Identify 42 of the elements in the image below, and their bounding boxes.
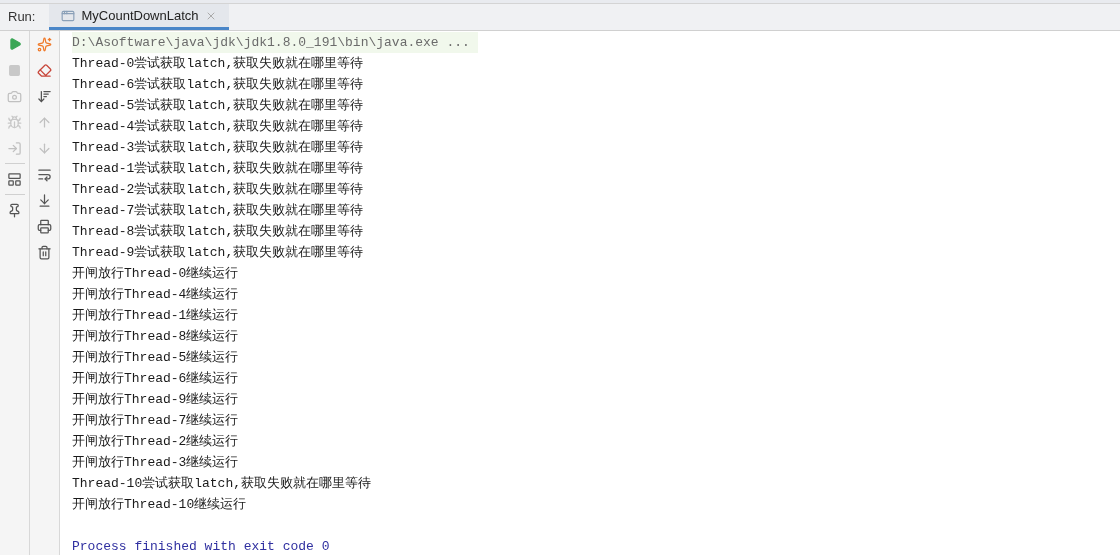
- console-line: Thread-0尝试获取latch,获取失败就在哪里等待: [72, 55, 364, 73]
- console-line: Thread-3尝试获取latch,获取失败就在哪里等待: [72, 139, 364, 157]
- run-tab[interactable]: MyCountDownLatch: [49, 4, 229, 30]
- arrow-to-line-icon[interactable]: [37, 192, 52, 208]
- wrap-icon[interactable]: [37, 166, 52, 182]
- stop-icon[interactable]: [8, 63, 21, 77]
- exit-message: Process finished with exit code 0: [72, 538, 330, 555]
- console-line: Thread-7尝试获取latch,获取失败就在哪里等待: [72, 202, 364, 220]
- login-icon[interactable]: [7, 140, 22, 156]
- console-line: Thread-2尝试获取latch,获取失败就在哪里等待: [72, 181, 364, 199]
- pin-icon[interactable]: [7, 202, 22, 218]
- console-line: Thread-8尝试获取latch,获取失败就在哪里等待: [72, 223, 364, 241]
- console-line: Thread-1尝试获取latch,获取失败就在哪里等待: [72, 160, 364, 178]
- console-line: 开闸放行Thread-7继续运行: [72, 412, 239, 430]
- console-line: 开闸放行Thread-4继续运行: [72, 286, 239, 304]
- print-icon[interactable]: [37, 218, 52, 234]
- console-line: 开闸放行Thread-3继续运行: [72, 454, 239, 472]
- console-line: 开闸放行Thread-8继续运行: [72, 328, 239, 346]
- sparkle-icon[interactable]: [37, 36, 52, 52]
- console-line: 开闸放行Thread-6继续运行: [72, 370, 239, 388]
- play-icon[interactable]: [7, 37, 22, 51]
- eraser-icon[interactable]: [37, 62, 52, 78]
- console-tab-icon: [61, 8, 76, 23]
- console-line: Thread-4尝试获取latch,获取失败就在哪里等待: [72, 118, 364, 136]
- console-line: Thread-10尝试获取latch,获取失败就在哪里等待: [72, 475, 372, 493]
- console-line: 开闸放行Thread-2继续运行: [72, 433, 239, 451]
- console-line: 开闸放行Thread-5继续运行: [72, 349, 239, 367]
- console-line: Thread-9尝试获取latch,获取失败就在哪里等待: [72, 244, 364, 262]
- bug-icon[interactable]: [7, 114, 22, 130]
- console-line: 开闸放行Thread-0继续运行: [72, 265, 239, 283]
- sort-icon[interactable]: [37, 88, 52, 104]
- console-line: 开闸放行Thread-10继续运行: [72, 496, 247, 514]
- layout-icon[interactable]: [7, 171, 22, 187]
- console-line: Thread-5尝试获取latch,获取失败就在哪里等待: [72, 97, 364, 115]
- console-line: 开闸放行Thread-9继续运行: [72, 391, 239, 409]
- run-label: Run:: [7, 8, 37, 27]
- up-icon[interactable]: [37, 114, 52, 130]
- console-line: 开闸放行Thread-1继续运行: [72, 307, 239, 325]
- down-icon[interactable]: [37, 140, 52, 156]
- trash-icon[interactable]: [37, 244, 52, 260]
- camera-icon[interactable]: [7, 88, 22, 104]
- console-line: Thread-6尝试获取latch,获取失败就在哪里等待: [72, 76, 364, 94]
